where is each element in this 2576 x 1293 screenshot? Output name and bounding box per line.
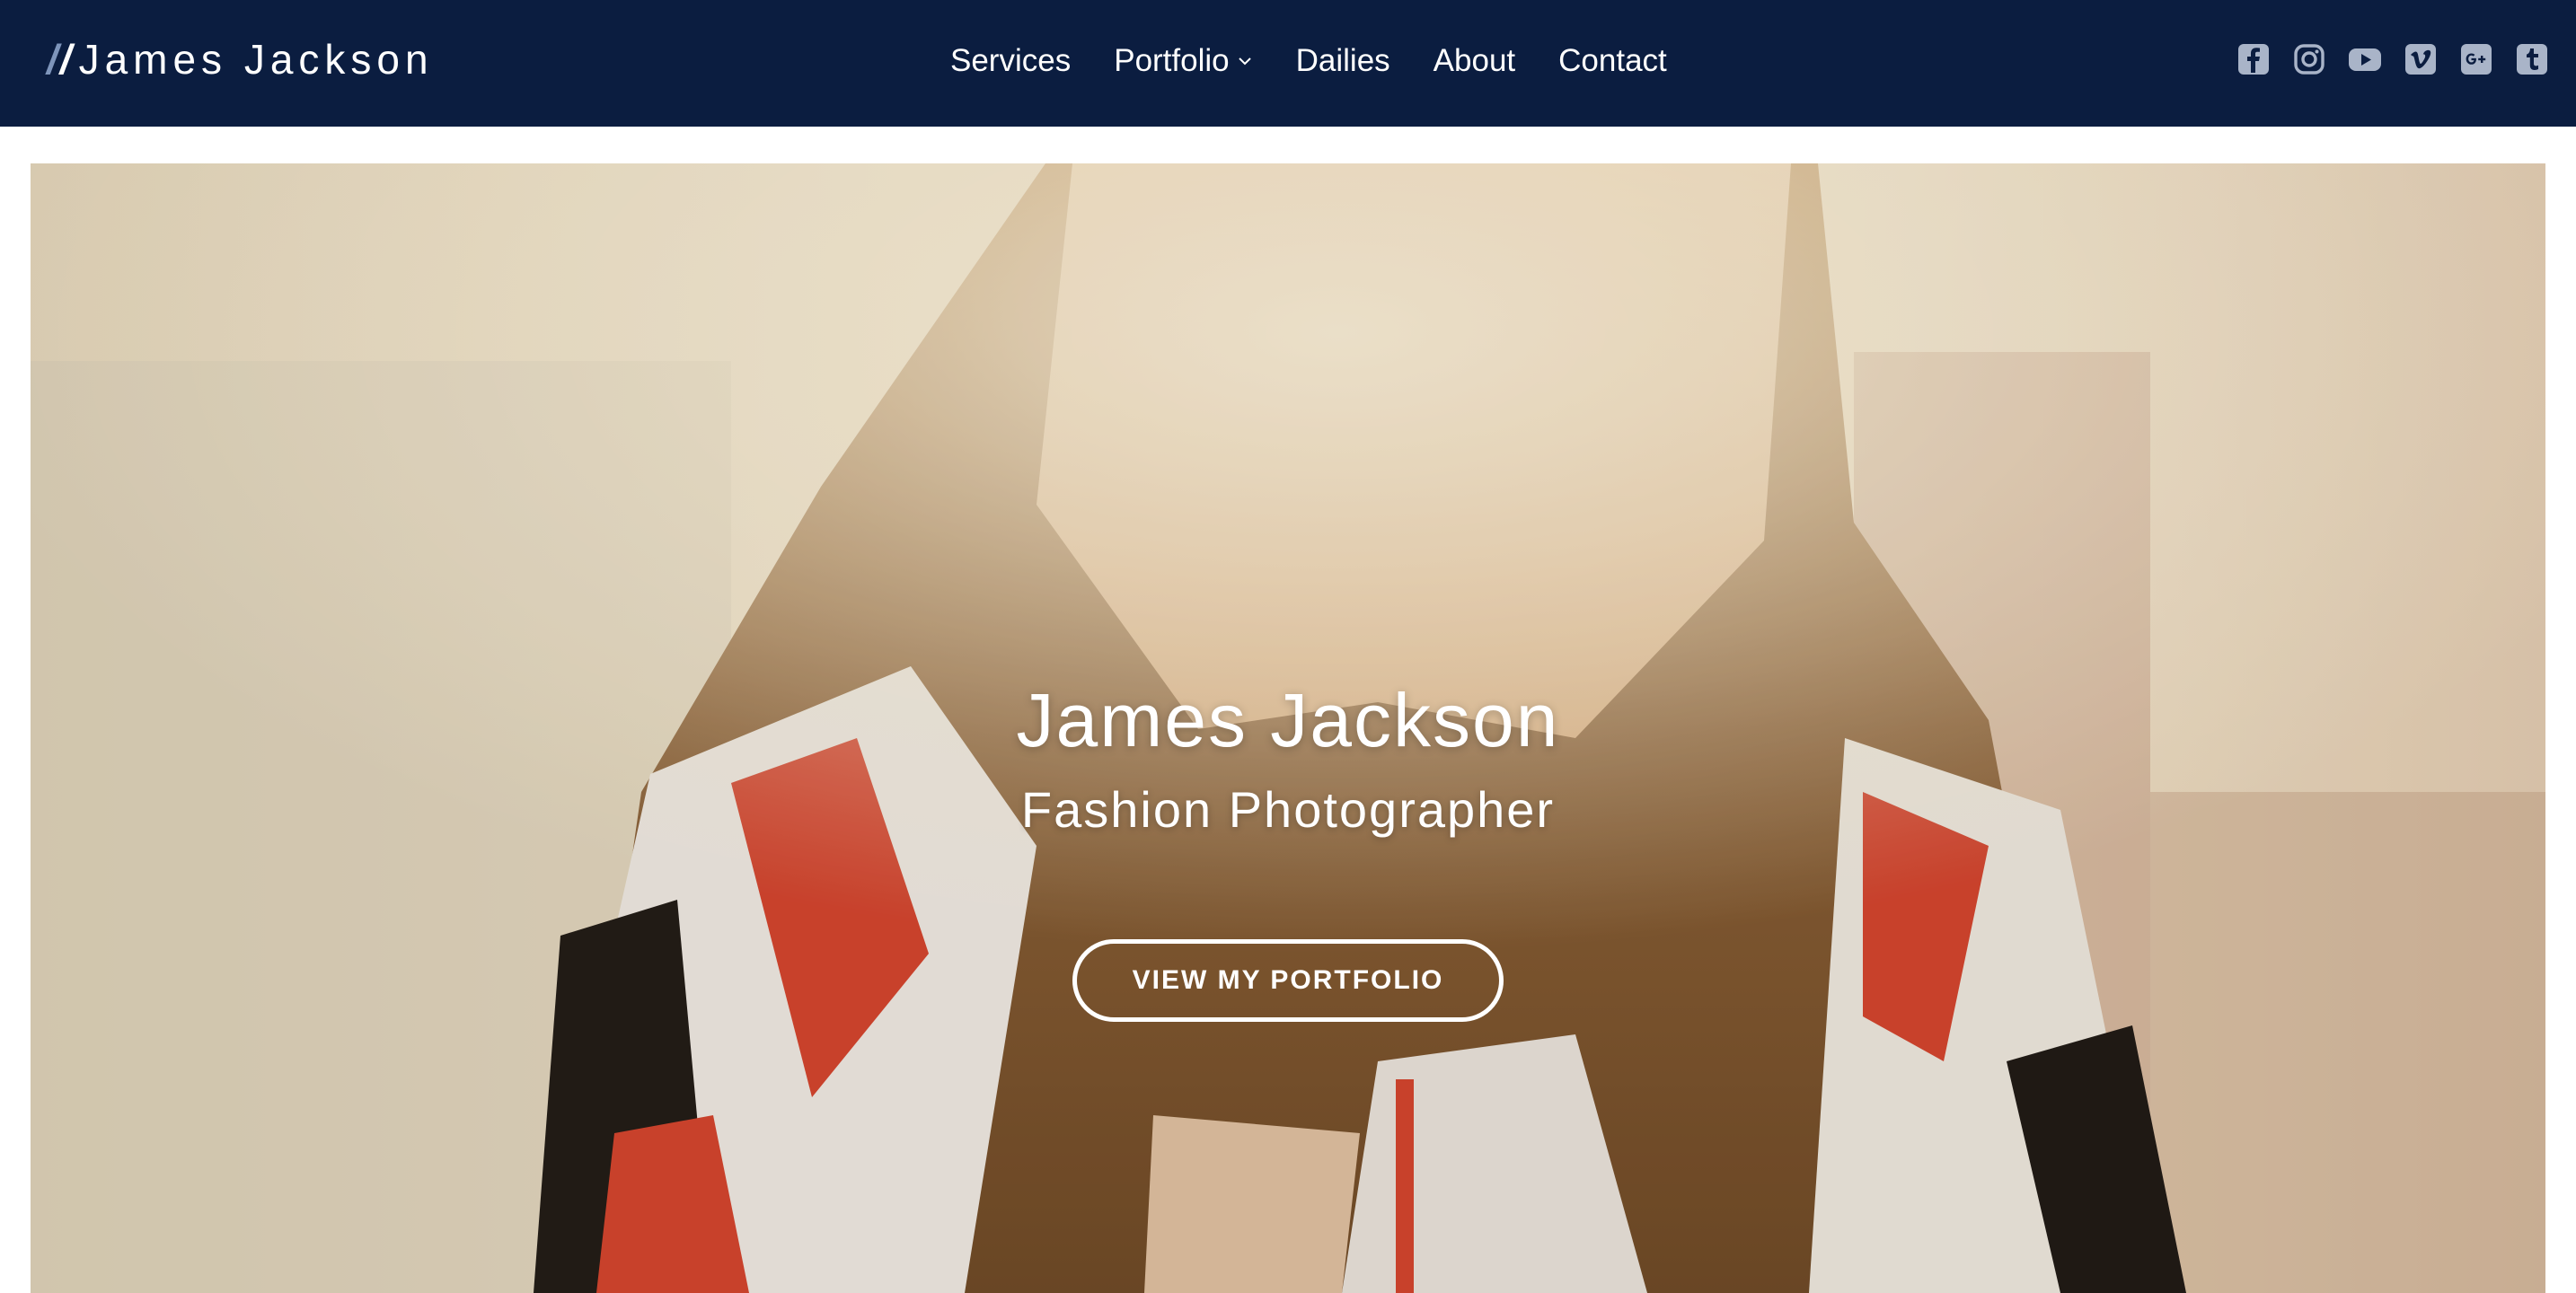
instagram-icon[interactable] bbox=[2292, 42, 2326, 76]
main-nav: Services Portfolio Dailies About Contact bbox=[950, 36, 1667, 86]
brand-name: James Jackson bbox=[78, 36, 434, 83]
social-links bbox=[2215, 41, 2549, 77]
nav-item-portfolio[interactable]: Portfolio bbox=[1114, 43, 1252, 79]
brand-logo[interactable]: / / James Jackson bbox=[47, 32, 434, 86]
view-portfolio-button[interactable]: VIEW MY PORTFOLIO bbox=[1072, 939, 1504, 1022]
google-plus-icon[interactable] bbox=[2459, 42, 2493, 76]
hero-content: James Jackson Fashion Photographer VIEW … bbox=[31, 675, 2545, 1022]
vimeo-icon[interactable] bbox=[2404, 42, 2438, 76]
hero-section: James Jackson Fashion Photographer VIEW … bbox=[31, 163, 2545, 1293]
nav-item-dailies[interactable]: Dailies bbox=[1296, 43, 1390, 79]
chevron-down-icon bbox=[1238, 57, 1251, 66]
tumblr-icon[interactable] bbox=[2515, 42, 2549, 76]
navbar: / / James Jackson Services Portfolio Dai… bbox=[0, 0, 2576, 127]
brand-slash: / bbox=[59, 36, 79, 83]
hero-title: James Jackson bbox=[1016, 678, 1560, 762]
nav-item-portfolio-label: Portfolio bbox=[1114, 43, 1230, 78]
hero-subtitle: Fashion Photographer bbox=[1020, 781, 1556, 838]
nav-item-contact[interactable]: Contact bbox=[1558, 43, 1667, 79]
youtube-icon[interactable] bbox=[2348, 42, 2382, 76]
nav-item-about[interactable]: About bbox=[1434, 43, 1515, 79]
nav-item-services[interactable]: Services bbox=[950, 43, 1071, 79]
brand-slash-accent: / bbox=[47, 36, 60, 83]
facebook-icon[interactable] bbox=[2236, 42, 2271, 76]
